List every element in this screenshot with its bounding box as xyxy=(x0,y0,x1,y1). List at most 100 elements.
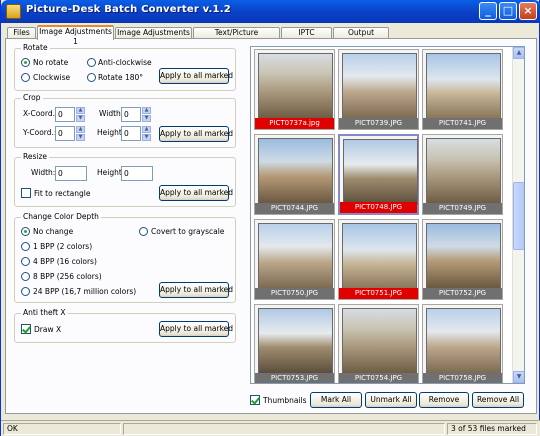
thumbnail-image xyxy=(258,138,333,204)
resize-width-field[interactable]: 0 xyxy=(55,166,87,181)
thumbnail-item[interactable]: PICT0744.JPG xyxy=(254,134,335,215)
thumbnail-image xyxy=(426,308,501,374)
thumbnail-image xyxy=(426,138,501,204)
title-bar: Picture-Desk Batch Converter v.1.2 _ □ × xyxy=(1,0,540,23)
thumbnail-image xyxy=(426,223,501,289)
thumbnail-item[interactable]: PICT0753.JPG xyxy=(254,304,335,383)
no-rotate-radio[interactable] xyxy=(21,58,30,67)
scroll-up-arrow[interactable]: ▲ xyxy=(513,47,524,59)
tab-image-adjustments-1[interactable]: Image Adjustments 1 xyxy=(37,25,114,46)
clockwise-radio[interactable] xyxy=(21,73,30,82)
thumbnail-image xyxy=(342,53,417,119)
thumbnail-item[interactable]: PICT0749.JPG xyxy=(422,134,503,215)
main-window: Picture-Desk Batch Converter v.1.2 _ □ ×… xyxy=(0,0,540,436)
thumbnail-caption: PICT0753.JPG xyxy=(255,373,334,383)
thumbnail-item[interactable]: PICT0748.JPG xyxy=(338,134,419,215)
remove-all-button[interactable]: Remove All xyxy=(472,392,524,408)
status-text: OK xyxy=(3,423,121,435)
app-icon xyxy=(6,4,21,19)
bpp24-radio[interactable] xyxy=(21,287,30,296)
resize-apply-button[interactable]: Apply to all marked xyxy=(159,185,233,201)
crop-width-field[interactable]: 0 xyxy=(121,107,141,122)
bpp24-label: 24 BPP (16,7 million colors) xyxy=(33,287,137,296)
minimize-button[interactable]: _ xyxy=(479,2,497,20)
xcoord-spinner[interactable]: ▲ ▼ xyxy=(76,107,85,122)
crop-legend: Crop xyxy=(21,93,43,102)
scrollbar-thumb[interactable] xyxy=(513,182,524,250)
crop-apply-button[interactable]: Apply to all marked xyxy=(159,126,233,142)
mark-all-button[interactable]: Mark All xyxy=(310,392,362,408)
thumbnail-caption: PICT0751.JPG xyxy=(339,288,418,299)
thumbnail-caption: PICT0744.JPG xyxy=(255,203,334,214)
no-change-radio[interactable] xyxy=(21,227,30,236)
thumbnail-item[interactable]: PICT0737a.jpg xyxy=(254,49,335,130)
draw-x-checkbox[interactable] xyxy=(21,324,31,334)
color-depth-apply-button[interactable]: Apply to all marked xyxy=(159,282,233,298)
color-depth-legend: Change Color Depth xyxy=(21,212,101,221)
anti-clockwise-radio[interactable] xyxy=(87,58,96,67)
thumbnail-image xyxy=(342,308,417,374)
rotate-legend: Rotate xyxy=(21,43,50,52)
bpp4-radio[interactable] xyxy=(21,257,30,266)
xcoord-field[interactable]: 0 xyxy=(55,107,75,122)
bpp4-label: 4 BPP (16 colors) xyxy=(33,257,97,266)
scroll-down-arrow[interactable]: ▼ xyxy=(513,371,524,383)
ycoord-label: Y-Coord.: xyxy=(23,128,57,137)
no-change-label: No change xyxy=(33,227,74,236)
thumbnail-image xyxy=(258,53,333,119)
thumbnail-caption: PICT0754.JPG xyxy=(339,373,418,383)
thumbnail-caption: PICT0758.JPG xyxy=(423,373,502,383)
resize-width-label: Width: xyxy=(31,168,56,177)
fit-rectangle-checkbox[interactable] xyxy=(21,188,31,198)
thumbnail-item[interactable]: PICT0752.JPG xyxy=(422,219,503,300)
thumbnail-caption: PICT0748.JPG xyxy=(340,202,417,213)
thumbnails-checkbox[interactable] xyxy=(250,395,260,405)
grayscale-label: Covert to grayscale xyxy=(151,227,225,236)
rotate-apply-button[interactable]: Apply to all marked xyxy=(159,68,233,84)
thumbnail-image xyxy=(426,53,501,119)
thumbnail-caption: PICT0737a.jpg xyxy=(255,118,334,129)
status-middle xyxy=(123,423,445,435)
window-title: Picture-Desk Batch Converter v.1.2 xyxy=(26,4,231,15)
thumbnails-label: Thumbnails xyxy=(263,396,307,405)
rotate-180-label: Rotate 180° xyxy=(98,73,144,82)
thumbnail-image xyxy=(343,139,418,205)
anti-clockwise-label: Anti-clockwise xyxy=(98,58,152,67)
xcoord-label: X-Coord.: xyxy=(23,109,58,118)
bpp1-label: 1 BPP (2 colors) xyxy=(33,242,93,251)
thumbnail-item[interactable]: PICT0751.JPG xyxy=(338,219,419,300)
thumbnail-caption: PICT0750.JPG xyxy=(255,288,334,299)
unmark-all-button[interactable]: Unmark All xyxy=(365,392,417,408)
antitheft-apply-button[interactable]: Apply to all marked xyxy=(159,321,233,337)
thumbnail-caption: PICT0739.JPG xyxy=(339,118,418,129)
maximize-button[interactable]: □ xyxy=(499,2,517,20)
bpp8-label: 8 BPP (256 colors) xyxy=(33,272,102,281)
thumbnail-item[interactable]: PICT0741.JPG xyxy=(422,49,503,130)
remove-button[interactable]: Remove xyxy=(419,392,469,408)
crop-height-field[interactable]: 0 xyxy=(121,126,141,141)
thumbnail-item[interactable]: PICT0758.JPG xyxy=(422,304,503,383)
draw-x-label: Draw X xyxy=(34,325,62,334)
crop-width-spinner[interactable]: ▲ ▼ xyxy=(142,107,151,122)
resize-height-field[interactable]: 0 xyxy=(121,166,153,181)
bpp1-radio[interactable] xyxy=(21,242,30,251)
thumbnail-caption: PICT0741.JPG xyxy=(423,118,502,129)
thumbnail-caption: PICT0749.JPG xyxy=(423,203,502,214)
thumbnail-item[interactable]: PICT0750.JPG xyxy=(254,219,335,300)
grayscale-radio[interactable] xyxy=(139,227,148,236)
close-button[interactable]: × xyxy=(519,2,537,20)
vertical-scrollbar[interactable]: ▲ ▼ xyxy=(512,47,524,383)
thumbnail-item[interactable]: PICT0754.JPG xyxy=(338,304,419,383)
antitheft-legend: Anti theft X xyxy=(21,308,68,317)
rotate-180-radio[interactable] xyxy=(87,73,96,82)
status-bar: OK 3 of 53 files marked xyxy=(1,420,540,436)
thumbnail-gallery[interactable]: PICT0737a.jpg PICT0739.JPG PICT0741.JPG PIC… xyxy=(250,46,525,384)
thumbnail-item[interactable]: PICT0739.JPG xyxy=(338,49,419,130)
ycoord-spinner[interactable]: ▲ ▼ xyxy=(76,126,85,141)
ycoord-field[interactable]: 0 xyxy=(55,126,75,141)
bpp8-radio[interactable] xyxy=(21,272,30,281)
crop-height-spinner[interactable]: ▲ ▼ xyxy=(142,126,151,141)
thumbnail-caption: PICT0752.JPG xyxy=(423,288,502,299)
status-file-count: 3 of 53 files marked xyxy=(447,423,537,435)
no-rotate-label: No rotate xyxy=(33,58,69,67)
